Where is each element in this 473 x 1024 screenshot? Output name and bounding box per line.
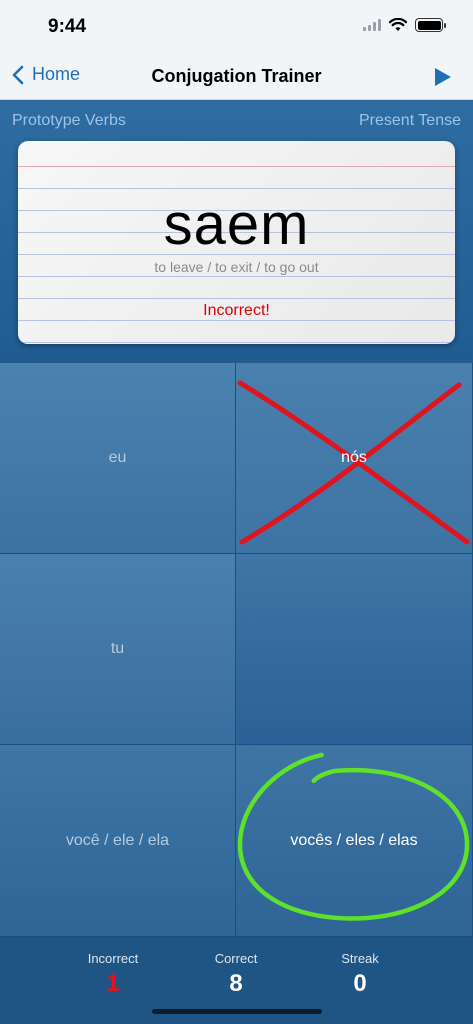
play-button[interactable] [433, 66, 453, 93]
play-icon [435, 68, 451, 86]
home-indicator [152, 1009, 322, 1014]
answer-grid: eu nós tu você / ele / ela vocês / eles … [0, 363, 473, 937]
answer-cell-eu[interactable]: eu [0, 363, 236, 554]
card-result: Incorrect! [203, 302, 270, 319]
stat-correct-value: 8 [229, 970, 243, 997]
answer-cell-tu[interactable]: tu [0, 554, 236, 745]
tense-label: Present Tense [359, 112, 461, 129]
status-bar: 9:44 [0, 0, 473, 54]
page-title: Conjugation Trainer [151, 66, 322, 86]
navigation-bar: Home Conjugation Trainer [0, 54, 473, 100]
card-translation: to leave / to exit / to go out [154, 259, 319, 275]
header-area: Prototype Verbs Present Tense saem to le… [0, 101, 473, 363]
status-icons [363, 18, 446, 32]
answer-label: nós [341, 449, 367, 466]
stat-incorrect: Incorrect 1 [68, 951, 158, 998]
answer-cell-nos[interactable]: nós [236, 363, 473, 554]
stat-streak-label: Streak [341, 951, 379, 966]
answer-label: eu [108, 449, 127, 466]
stat-correct: Correct 8 [191, 951, 281, 998]
answer-label: tu [110, 640, 125, 657]
stat-incorrect-value: 1 [106, 970, 120, 997]
answer-cell-voces-eles-elas[interactable]: vocês / eles / elas [236, 745, 473, 937]
status-time: 9:44 [48, 16, 87, 37]
cellular-signal-icon [363, 19, 381, 31]
answer-label: vocês / eles / elas [290, 831, 418, 849]
verb-set-label: Prototype Verbs [12, 112, 126, 129]
flash-card: saem to leave / to exit / to go out Inco… [18, 141, 455, 344]
answer-cell-empty[interactable] [236, 554, 473, 745]
stat-correct-label: Correct [214, 951, 258, 966]
stat-streak-value: 0 [353, 970, 367, 997]
wifi-icon [389, 18, 407, 31]
battery-icon [415, 18, 446, 32]
answer-label: você / ele / ela [65, 831, 170, 849]
stat-streak: Streak 0 [315, 951, 405, 998]
answer-cell-voce-ele-ela[interactable]: você / ele / ela [0, 745, 236, 937]
card-margin-line [18, 166, 455, 167]
card-word: saem [163, 192, 310, 257]
stat-incorrect-label: Incorrect [87, 951, 139, 966]
